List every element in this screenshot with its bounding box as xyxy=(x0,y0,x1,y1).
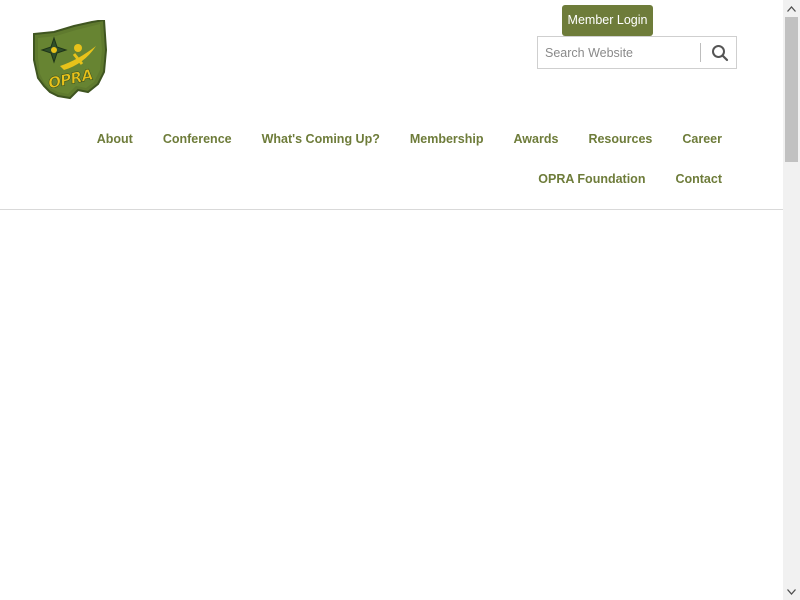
nav-whats-coming-up[interactable]: What's Coming Up? xyxy=(247,132,395,146)
scroll-down-button[interactable] xyxy=(783,583,800,600)
search-button[interactable] xyxy=(704,37,736,68)
scroll-down-arrow-icon xyxy=(787,588,796,595)
main-content xyxy=(0,210,783,600)
nav-career[interactable]: Career xyxy=(667,132,783,146)
opra-logo-icon xyxy=(33,18,108,100)
search-divider xyxy=(700,43,701,62)
nav-conference[interactable]: Conference xyxy=(148,132,247,146)
nav-awards[interactable]: Awards xyxy=(499,132,574,146)
nav-membership[interactable]: Membership xyxy=(395,132,499,146)
vertical-scrollbar[interactable] xyxy=(783,0,800,600)
search-icon xyxy=(712,44,729,61)
browser-viewport: OPRA Member Login About Conference What'… xyxy=(0,0,800,600)
nav-contact[interactable]: Contact xyxy=(660,172,783,186)
site-header: OPRA Member Login About Conference What'… xyxy=(0,0,783,210)
page: OPRA Member Login About Conference What'… xyxy=(0,0,783,600)
member-login-button[interactable]: Member Login xyxy=(562,5,653,36)
scroll-up-button[interactable] xyxy=(783,0,800,17)
secondary-nav: OPRA Foundation Contact xyxy=(523,169,783,189)
nav-opra-foundation[interactable]: OPRA Foundation xyxy=(523,172,660,186)
scroll-up-arrow-icon xyxy=(787,5,796,12)
search-box xyxy=(537,36,737,69)
primary-nav: About Conference What's Coming Up? Membe… xyxy=(82,129,783,149)
search-input[interactable] xyxy=(538,37,695,68)
scrollbar-thumb[interactable] xyxy=(785,17,798,162)
nav-resources[interactable]: Resources xyxy=(573,132,667,146)
nav-about[interactable]: About xyxy=(82,132,148,146)
site-logo[interactable]: OPRA xyxy=(30,18,108,102)
